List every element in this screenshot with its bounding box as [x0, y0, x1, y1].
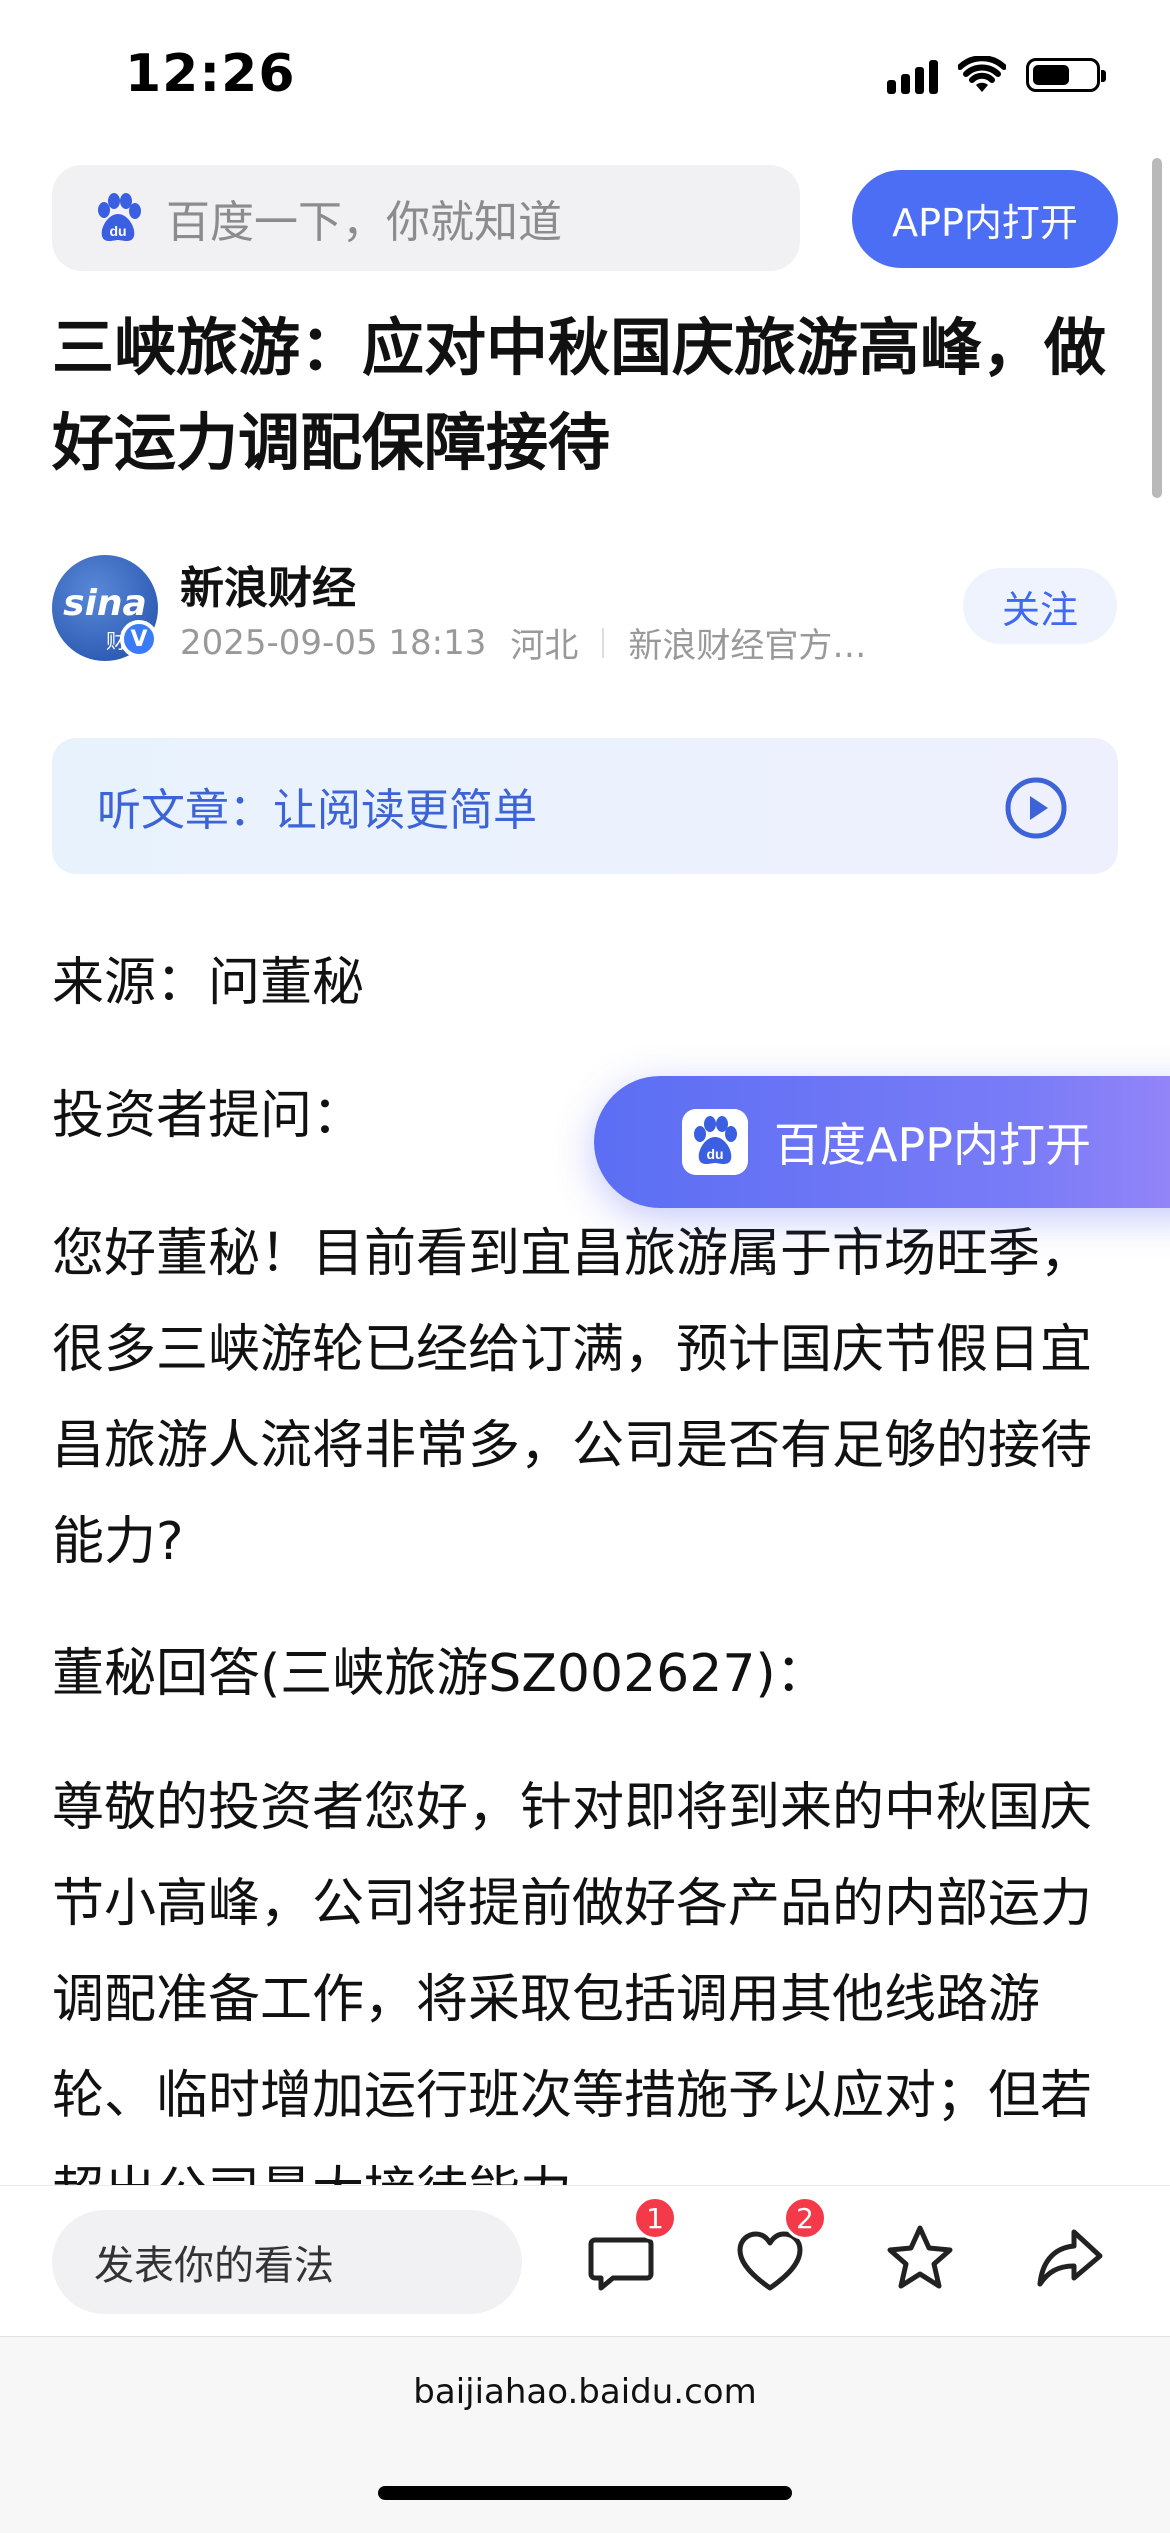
- comment-count-badge: 1: [633, 2196, 677, 2240]
- floating-open-app-button[interactable]: du 百度APP内打开: [594, 1076, 1170, 1208]
- meta-divider: [602, 627, 605, 658]
- paragraph-question: 您好董秘！目前看到宜昌旅游属于市场旺季，很多三峡游轮已经给订满，预计国庆节假日宜…: [52, 1224, 1093, 1572]
- comment-input[interactable]: 发表你的看法: [52, 2210, 522, 2314]
- home-indicator[interactable]: [378, 2486, 792, 2500]
- publish-datetime: 2025-09-05 18:13: [180, 622, 487, 663]
- paragraph-answer-label: 董秘回答(三峡旅游SZ002627)：: [52, 1644, 828, 1704]
- wifi-icon: [958, 56, 1006, 92]
- avatar-logo-text: sina: [63, 583, 147, 624]
- cellular-signal-icon: [887, 56, 938, 94]
- search-box[interactable]: du 百度一下，你就知道: [52, 165, 800, 271]
- listen-article-banner[interactable]: 听文章：让阅读更简单: [52, 738, 1118, 874]
- baidu-paw-icon: du: [98, 193, 141, 241]
- verified-badge-icon: V: [120, 620, 158, 658]
- svg-text:du: du: [706, 1146, 723, 1162]
- url-text[interactable]: baijiahao.baidu.com: [0, 2372, 1170, 2412]
- follow-button[interactable]: 关注: [963, 568, 1117, 644]
- publish-location: 河北: [510, 626, 579, 666]
- share-icon[interactable]: [1034, 2222, 1106, 2294]
- status-icons: [887, 56, 1106, 94]
- floating-open-app-label: 百度APP内打开: [774, 1118, 1091, 1172]
- listen-article-label: 听文章：让阅读更简单: [97, 785, 537, 836]
- search-placeholder[interactable]: 百度一下，你就知道: [166, 186, 562, 250]
- article-title: 三峡旅游：应对中秋国庆旅游高峰，做好运力调配保障接待: [52, 311, 1107, 479]
- open-in-app-button[interactable]: APP内打开: [852, 170, 1118, 268]
- comment-placeholder[interactable]: 发表你的看法: [94, 2233, 334, 2291]
- paragraph-source: 来源：问董秘: [52, 953, 365, 1013]
- scrollbar[interactable]: [1152, 158, 1162, 498]
- author-source: 新浪财经官方…: [628, 626, 867, 666]
- play-icon[interactable]: [1004, 776, 1068, 840]
- baidu-app-icon: du: [682, 1109, 748, 1175]
- author-name[interactable]: 新浪财经: [180, 552, 356, 616]
- status-time: 12:26: [125, 44, 296, 104]
- svg-text:du: du: [109, 223, 126, 239]
- paragraph-answer: 尊敬的投资者您好，针对即将到来的中秋国庆节小高峰，公司将提前做好各产品的内部运力…: [52, 1778, 1093, 2185]
- author-meta: 2025-09-05 18:13 河北 新浪财经官方…: [180, 618, 866, 667]
- browser-url-area: [0, 2336, 1170, 2533]
- like-count-badge: 2: [783, 2196, 827, 2240]
- battery-icon: [1026, 58, 1106, 92]
- favorite-star-icon[interactable]: [884, 2222, 956, 2294]
